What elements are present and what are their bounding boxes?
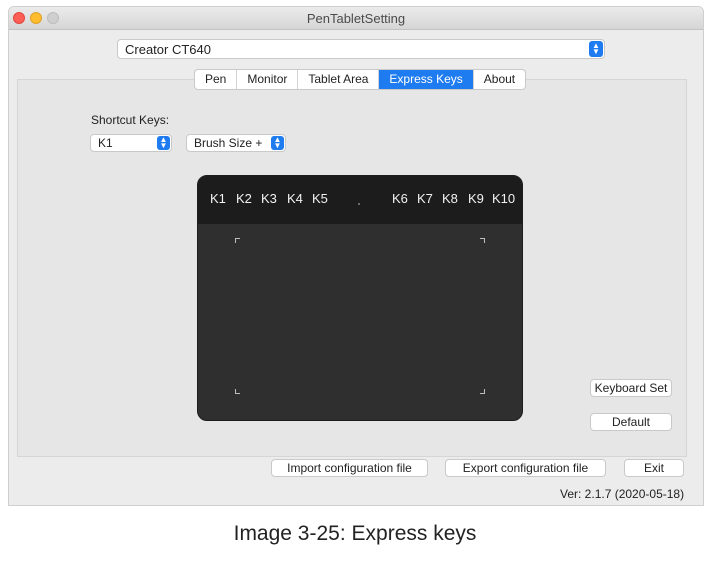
active-area-corner-icon (480, 389, 485, 394)
express-key-k1[interactable]: K1 (210, 191, 226, 206)
updown-arrows-icon: ▲ ▼ (589, 41, 603, 57)
device-select-value: Creator CT640 (125, 42, 211, 57)
active-area-corner-icon (235, 389, 240, 394)
import-config-button[interactable]: Import configuration file (271, 459, 428, 477)
express-key-k4[interactable]: K4 (287, 191, 303, 206)
express-key-k6[interactable]: K6 (392, 191, 408, 206)
version-label: Ver: 2.1.7 (2020-05-18) (560, 487, 685, 501)
tab-express-keys[interactable]: Express Keys (379, 70, 474, 89)
key-function-select[interactable]: Brush Size + ▲ ▼ (186, 134, 286, 152)
title-bar[interactable]: PenTabletSetting (9, 7, 703, 30)
express-key-k5[interactable]: K5 (312, 191, 328, 206)
active-area-corner-icon (480, 238, 485, 243)
express-key-k8[interactable]: K8 (442, 191, 458, 206)
shortcut-keys-label: Shortcut Keys: (91, 113, 170, 127)
express-key-k2[interactable]: K2 (236, 191, 252, 206)
app-window: PenTabletSetting Creator CT640 ▲ ▼ Pen Mo… (8, 6, 704, 506)
updown-arrows-icon: ▲ ▼ (271, 136, 284, 150)
express-key-strip: K1 K2 K3 K4 K5 K6 K7 K8 K9 K10 (198, 176, 522, 224)
active-area-corner-icon (235, 238, 240, 243)
express-key-select[interactable]: K1 ▲ ▼ (90, 134, 172, 152)
tab-tablet-area[interactable]: Tablet Area (298, 70, 380, 89)
figure-caption: Image 3-25: Express keys (233, 522, 477, 545)
tab-pen[interactable]: Pen (195, 70, 238, 89)
express-key-k10[interactable]: K10 (492, 191, 515, 206)
express-key-select-value: K1 (98, 136, 113, 150)
default-button[interactable]: Default (590, 413, 672, 431)
express-key-k7[interactable]: K7 (417, 191, 433, 206)
key-function-select-value: Brush Size + (194, 136, 263, 150)
tablet-center-marker (358, 203, 360, 205)
export-config-button[interactable]: Export configuration file (445, 459, 606, 477)
device-select[interactable]: Creator CT640 ▲ ▼ (117, 39, 605, 59)
tablet-diagram: K1 K2 K3 K4 K5 K6 K7 K8 K9 K10 (197, 175, 523, 421)
keyboard-set-button[interactable]: Keyboard Set (590, 379, 672, 397)
updown-arrows-icon: ▲ ▼ (157, 136, 170, 150)
express-key-k3[interactable]: K3 (261, 191, 277, 206)
tab-bar: Pen Monitor Tablet Area Express Keys Abo… (194, 69, 527, 90)
tab-about[interactable]: About (474, 70, 525, 89)
exit-button[interactable]: Exit (624, 459, 684, 477)
express-key-k9[interactable]: K9 (468, 191, 484, 206)
window-title: PenTabletSetting (306, 11, 406, 26)
tab-monitor[interactable]: Monitor (237, 70, 299, 89)
